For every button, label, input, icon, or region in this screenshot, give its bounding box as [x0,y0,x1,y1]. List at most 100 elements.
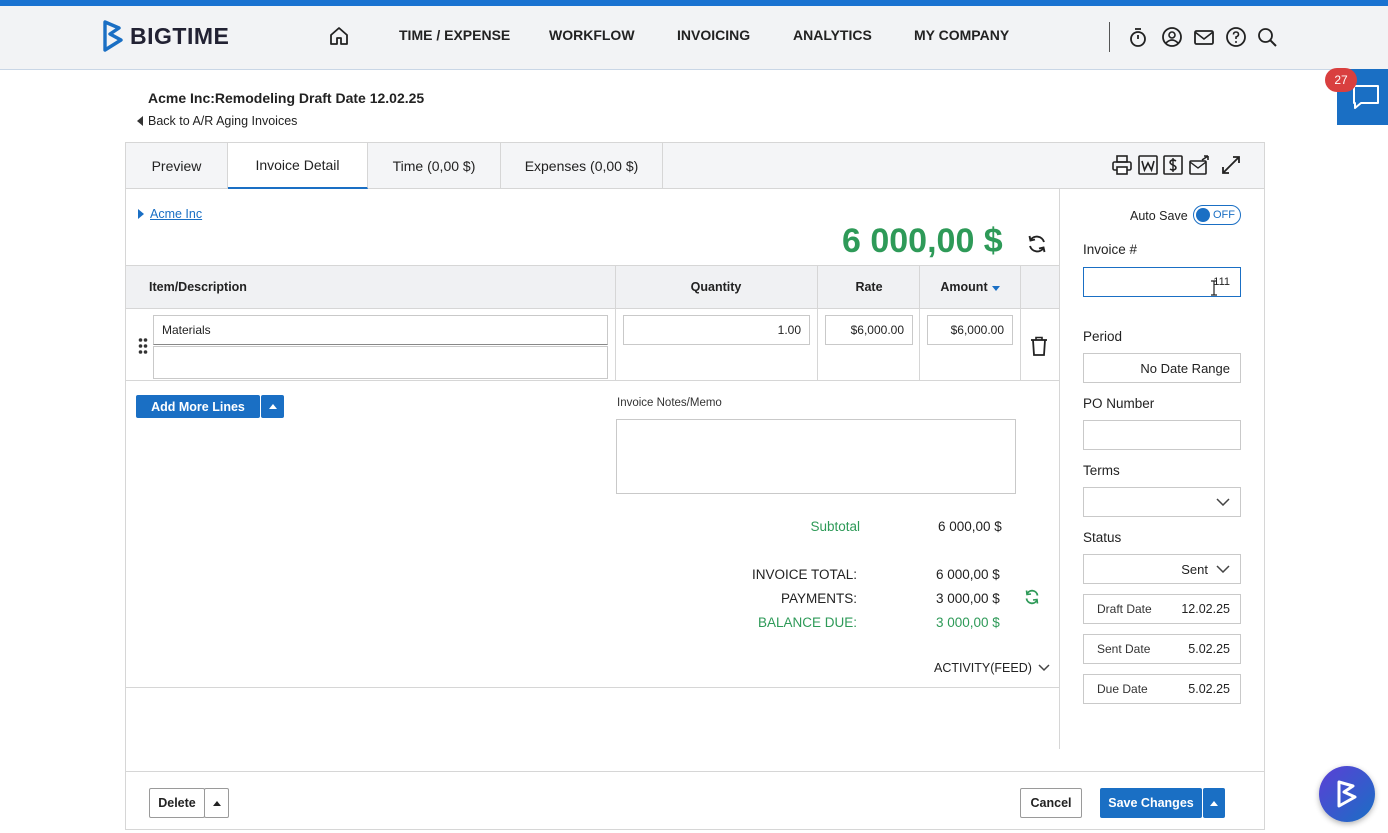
search-icon[interactable] [1256,26,1278,48]
page-title: Acme Inc:Remodeling Draft Date 12.02.25 [148,90,425,106]
trash-icon[interactable] [1030,336,1048,356]
item-input[interactable]: Materials [153,315,608,345]
tab-expenses[interactable]: Expenses (0,00 $) [501,143,663,189]
sent-date-label: Sent Date [1097,642,1151,656]
tab-preview[interactable]: Preview [126,143,228,189]
delete-button[interactable]: Delete [149,788,205,818]
period-label: Period [1083,329,1123,344]
po-number-label: PO Number [1083,396,1155,411]
nav-my-company[interactable]: MY COMPANY [914,27,1009,43]
notes-label: Invoice Notes/Memo [617,397,722,409]
quantity-input[interactable]: 1.00 [623,315,810,345]
sort-down-icon [991,285,1000,291]
text-cursor-icon [1211,280,1217,296]
draft-date-label: Draft Date [1097,602,1152,616]
draft-date-field[interactable]: Draft Date 12.02.25 [1083,594,1241,624]
send-icon[interactable] [1188,154,1210,176]
brand-name: BIGTIME [130,22,230,49]
add-lines-options-button[interactable] [261,395,284,418]
terms-select[interactable] [1083,487,1241,517]
tab-time[interactable]: Time (0,00 $) [368,143,501,189]
caret-up-icon [1210,800,1218,806]
notes-textarea[interactable] [616,419,1016,494]
payments-value: 3 000,00 $ [936,591,1000,606]
column-amount[interactable]: Amount [920,266,1020,308]
chevron-down-icon [1038,664,1050,672]
draft-date-value: 12.02.25 [1181,602,1230,616]
tab-time-label: Time (0,00 $) [392,158,476,174]
balance-due-label: BALANCE DUE: [757,615,857,630]
chevron-down-icon [1216,565,1230,573]
subtotal-value: 6 000,00 $ [938,519,1002,534]
activity-feed-label: ACTIVITY(FEED) [934,661,1032,675]
word-icon[interactable] [1137,154,1159,176]
nav-invoicing[interactable]: INVOICING [677,27,750,43]
autosave-label: Auto Save [1130,209,1188,223]
po-number-input[interactable] [1083,420,1241,450]
toggle-knob [1196,208,1210,222]
due-date-field[interactable]: Due Date 5.02.25 [1083,674,1241,704]
nav-time-expense[interactable]: TIME / EXPENSE [399,27,510,43]
print-icon[interactable] [1111,154,1133,176]
tab-expenses-label: Expenses (0,00 $) [524,158,639,174]
table-row: Materials 1.00 $6,000.00 $6,000.00 [126,309,1059,381]
column-rate: Rate [855,280,883,294]
payments-label: PAYMENTS: [780,591,857,606]
invoice-total-large: 6 000,00 $ [842,222,1003,260]
user-circle-icon[interactable] [1161,26,1183,48]
refresh-icon[interactable] [1026,233,1048,255]
add-more-lines-button[interactable]: Add More Lines [136,395,260,418]
client-link[interactable]: Acme Inc [138,207,202,221]
rate-input[interactable]: $6,000.00 [825,315,913,345]
autosave-state: OFF [1213,209,1235,221]
home-icon[interactable] [328,25,350,47]
save-options-button[interactable] [1203,788,1225,818]
back-link[interactable]: Back to A/R Aging Invoices [137,114,297,128]
nav-divider [1109,22,1110,52]
activity-feed-toggle[interactable]: ACTIVITY(FEED) [934,661,1050,675]
top-navigation-bar: BIGTIME TIME / EXPENSE WORKFLOW INVOICIN… [0,6,1388,70]
expand-icon[interactable] [1220,154,1242,176]
amount-input[interactable]: $6,000.00 [927,315,1013,345]
nav-analytics[interactable]: ANALYTICS [793,27,872,43]
period-field[interactable]: No Date Range [1083,353,1241,383]
help-icon[interactable] [1225,26,1247,48]
balance-due-value: 3 000,00 $ [936,615,1000,630]
status-select[interactable]: Sent [1083,554,1241,584]
invoice-number-label: Invoice # [1083,242,1138,257]
caret-up-icon [268,404,277,409]
invoice-total-label: INVOICE TOTAL: [751,567,857,582]
assistant-fab[interactable] [1319,766,1375,822]
due-date-label: Due Date [1097,682,1148,696]
delete-options-button[interactable] [204,788,229,818]
back-link-label: Back to A/R Aging Invoices [148,114,298,128]
mail-icon[interactable] [1193,26,1215,48]
client-name: Acme Inc [150,207,203,221]
autosave-toggle[interactable]: OFF [1193,205,1241,225]
bigtime-assistant-icon [1337,780,1357,808]
sync-payments-icon[interactable] [1024,589,1040,605]
save-changes-button[interactable]: Save Changes [1100,788,1202,818]
sidebar-divider [1059,189,1060,749]
invoice-number-input[interactable]: 111 [1083,267,1241,297]
expand-arrow-icon [138,209,144,219]
add-more-lines-group: Add More Lines [136,395,284,418]
tab-invoice-detail[interactable]: Invoice Detail [228,143,368,189]
cancel-button[interactable]: Cancel [1020,788,1082,818]
stopwatch-icon[interactable] [1127,26,1149,48]
description-input[interactable] [153,346,608,379]
column-amount-label: Amount [940,280,988,294]
dollar-doc-icon[interactable] [1162,154,1184,176]
terms-label: Terms [1083,463,1120,478]
bigtime-logo[interactable]: BIGTIME [102,20,229,52]
sent-date-field[interactable]: Sent Date 5.02.25 [1083,634,1241,664]
chevron-down-icon [1216,498,1230,506]
invoice-tabs: Preview Invoice Detail Time (0,00 $) Exp… [126,143,1264,189]
invoice-panel: Preview Invoice Detail Time (0,00 $) Exp… [125,142,1265,830]
activity-divider [126,687,1059,688]
invoice-total-value: 6 000,00 $ [936,567,1000,582]
nav-workflow[interactable]: WORKFLOW [549,27,635,43]
drag-handle-icon[interactable] [138,337,148,355]
footer-actions: Delete Cancel Save Changes [126,771,1264,829]
status-label: Status [1083,530,1122,545]
